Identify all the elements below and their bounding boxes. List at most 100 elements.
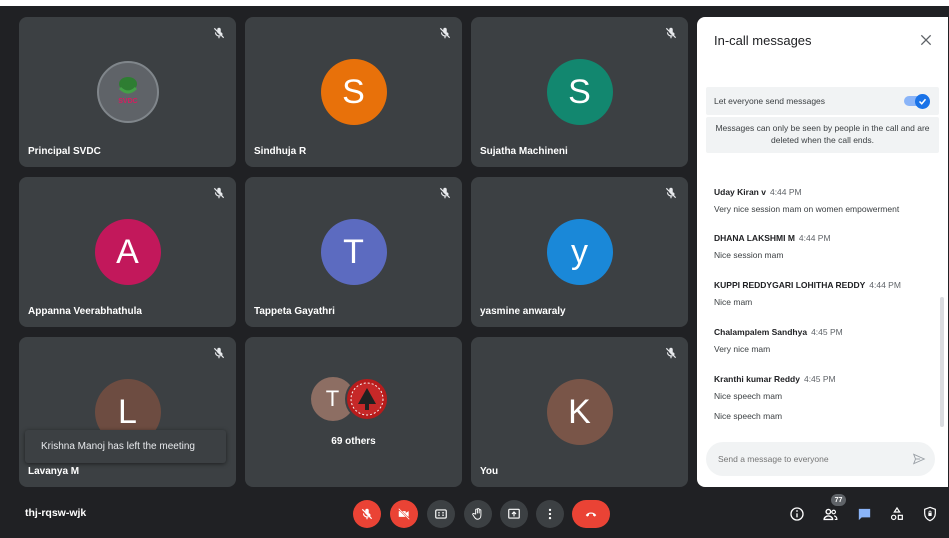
message-input[interactable]: [718, 442, 903, 476]
mic-off-icon: [439, 27, 451, 39]
people-button[interactable]: [821, 505, 839, 523]
more-options-button[interactable]: [536, 500, 564, 528]
leave-call-button[interactable]: [572, 500, 610, 528]
participant-tile[interactable]: L Lavanya M: [19, 337, 236, 487]
compose-box: [706, 442, 935, 476]
captions-button[interactable]: [427, 500, 455, 528]
tree-logo-icon: [350, 382, 383, 416]
meet-window: SVDC Principal SVDC S Sindhuja R S Sujat…: [0, 0, 949, 538]
participant-tile[interactable]: y yasmine anwaraly: [471, 177, 688, 327]
captions-icon: [435, 509, 447, 519]
participant-name: Tappeta Gayathri: [254, 306, 335, 317]
camera-toggle-button[interactable]: [390, 500, 418, 528]
participant-name: yasmine anwaraly: [480, 306, 566, 317]
message-item: KUPPI REDDYGARI LOHITHA REDDY 4:44 PM Nic…: [714, 275, 939, 307]
message-text: Nice speech mam: [714, 391, 783, 401]
camera-off-icon: [398, 508, 410, 520]
window-top-edge: [0, 0, 949, 6]
panel-title: In-call messages: [714, 33, 812, 48]
hang-up-icon: [585, 512, 597, 517]
toggle-knob: [915, 94, 930, 109]
participant-name: Lavanya M: [28, 466, 80, 477]
shield-lock-icon: [924, 506, 936, 522]
mic-toggle-button[interactable]: [353, 500, 381, 528]
info-icon: [790, 507, 804, 521]
participant-tile[interactable]: A Appanna Veerabhathula: [19, 177, 236, 327]
check-icon: [918, 98, 927, 105]
message-text: Very nice session mam on women empowerme…: [714, 204, 900, 214]
message-scrollbar[interactable]: [940, 297, 944, 427]
avatar: S: [320, 59, 387, 125]
others-tile[interactable]: T 69 others: [245, 337, 462, 487]
participant-name: Appanna Veerabhathula: [28, 306, 142, 317]
message-time: 4:44 PM: [869, 280, 901, 290]
message-time: 4:45 PM: [803, 374, 836, 384]
meeting-details-button[interactable]: [788, 505, 806, 523]
mic-off-icon: [665, 347, 677, 359]
message-sender: Chalampalem Sandhya: [714, 327, 808, 337]
mic-off-icon: [665, 27, 677, 39]
activities-button[interactable]: [888, 505, 906, 523]
school-logo-icon: SVDC: [118, 77, 137, 105]
more-vert-icon: [548, 508, 552, 520]
activities-icon: [890, 506, 903, 521]
participant-tile[interactable]: S Sindhuja R: [245, 17, 462, 167]
self-tile[interactable]: K You: [471, 337, 688, 487]
present-button[interactable]: [500, 500, 528, 528]
people-icon: [822, 508, 837, 520]
message-sender: Uday Kiran v: [714, 187, 766, 197]
mic-off-icon: [665, 187, 677, 199]
message-text: Nice mam: [714, 297, 753, 307]
avatar: A: [94, 219, 161, 285]
logo-avatar: SVDC: [96, 61, 159, 123]
avatar: K: [546, 379, 613, 445]
meeting-code: thj-rqsw-wjk: [25, 507, 87, 519]
video-grid: SVDC Principal SVDC S Sindhuja R S Sujat…: [19, 17, 688, 487]
participant-name: You: [480, 466, 499, 477]
message-time: 4:44 PM: [769, 187, 802, 197]
raise-hand-button[interactable]: [464, 500, 492, 528]
message-item: Kranthi kumar Reddy 4:45 PM Nice speech m…: [714, 369, 939, 421]
message-text: Very nice mam: [714, 344, 771, 354]
message-time: 4:45 PM: [811, 327, 843, 337]
avatar: S: [546, 59, 613, 125]
mic-off-icon: [213, 347, 225, 359]
participant-name: Sujatha Machineni: [480, 146, 568, 157]
notification-toast: Krishna Manoj has left the meeting: [25, 430, 226, 463]
mic-off-icon: [439, 187, 451, 199]
message-item: DHANA LAKSHMI M 4:44 PM Nice session mam: [714, 228, 939, 260]
hand-icon: [472, 507, 482, 520]
message-text: Nice session mam: [714, 250, 784, 260]
present-screen-icon: [508, 508, 520, 519]
participant-tile[interactable]: S Sujatha Machineni: [471, 17, 688, 167]
participant-name: Principal SVDC: [28, 146, 101, 157]
participant-count-badge: 77: [831, 494, 846, 506]
send-icon[interactable]: [912, 452, 926, 466]
participant-tile[interactable]: SVDC Principal SVDC: [19, 17, 236, 167]
message-sender: Kranthi kumar Reddy: [714, 374, 800, 384]
close-icon[interactable]: [918, 32, 934, 48]
others-avatars: T: [309, 377, 399, 423]
chat-panel: In-call messages Let everyone send messa…: [697, 17, 948, 487]
participant-name: Sindhuja R: [254, 146, 307, 157]
logo-text: SVDC: [118, 98, 137, 105]
message-item: Uday Kiran v 4:44 PM Very nice session ma…: [714, 182, 939, 214]
privacy-notice: Messages can only be seen by people in t…: [706, 117, 939, 153]
message-item: Chalampalem Sandhya 4:45 PM Very nice mam: [714, 322, 939, 354]
avatar: T: [320, 219, 387, 285]
mic-off-icon: [213, 187, 225, 199]
host-controls-button[interactable]: [921, 505, 939, 523]
allow-messages-setting: Let everyone send messages: [706, 87, 939, 115]
mic-off-icon: [361, 508, 373, 520]
toggle-label: Let everyone send messages: [714, 96, 826, 106]
message-time: 4:44 PM: [798, 233, 831, 243]
message-sender: DHANA LAKSHMI M: [714, 233, 795, 243]
chat-icon: [858, 508, 870, 520]
others-count-label: 69 others: [331, 436, 376, 447]
message-sender: KUPPI REDDYGARI LOHITHA REDDY: [714, 280, 866, 290]
chat-button[interactable]: [855, 505, 873, 523]
allow-messages-toggle[interactable]: [904, 94, 930, 109]
participant-tile[interactable]: T Tappeta Gayathri: [245, 177, 462, 327]
avatar: y: [546, 219, 613, 285]
message-text: Nice speech mam: [714, 411, 783, 421]
